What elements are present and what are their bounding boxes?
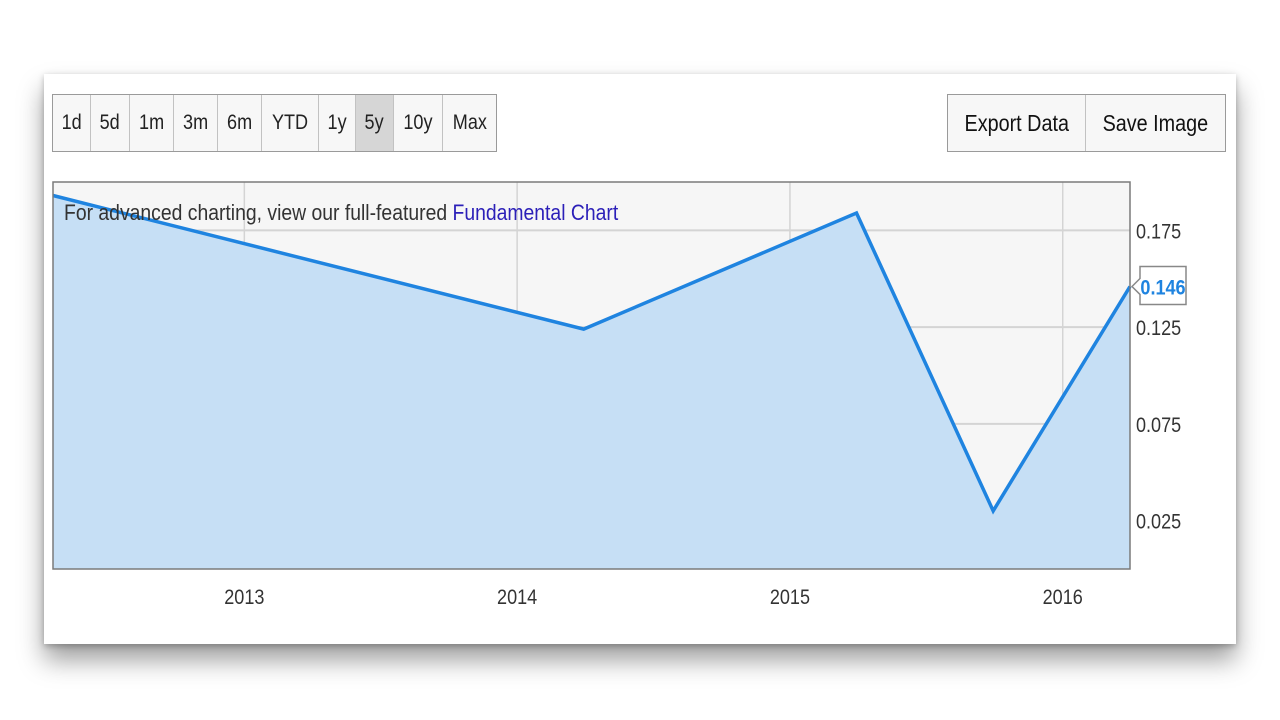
y-tick-label: 0.125 [1136, 317, 1181, 341]
last-value-label: 0.146 [1140, 276, 1185, 300]
note-text: For advanced charting, view our full-fea… [64, 200, 448, 225]
range-button-1m[interactable]: 1m [128, 95, 173, 151]
range-button-10y[interactable]: 10y [392, 95, 442, 151]
range-button-6m[interactable]: 6m [217, 95, 262, 151]
range-button-1d[interactable]: 1d [53, 95, 91, 151]
range-button-3m[interactable]: 3m [172, 95, 218, 151]
range-button-5d[interactable]: 5d [90, 95, 129, 151]
range-button-max[interactable]: Max [441, 95, 497, 151]
export-data-button[interactable]: Export Data [947, 95, 1086, 151]
advanced-charting-note: For advanced charting, view our full-fea… [64, 200, 618, 226]
action-buttons: Export Data Save Image [946, 94, 1226, 152]
fundamental-chart-link[interactable]: Fundamental Chart [452, 200, 618, 225]
y-tick-label: 0.075 [1136, 414, 1181, 438]
x-tick-label: 2015 [770, 586, 810, 610]
y-tick-label: 0.025 [1136, 510, 1181, 534]
x-tick-label: 2013 [224, 586, 264, 610]
range-button-1y[interactable]: 1y [318, 95, 356, 151]
fundamental-chart: 0.025 0.075 0.125 0.175 2013 2014 2015 2016 0.14… [52, 181, 1187, 610]
time-range-selector: 1d 5d 1m 3m 6m YTD 1y 5y 10y Max [52, 94, 498, 152]
x-tick-label: 2016 [1043, 586, 1083, 610]
save-image-button[interactable]: Save Image [1085, 95, 1225, 151]
range-button-5y[interactable]: 5y [355, 95, 393, 151]
y-tick-label: 0.175 [1136, 220, 1181, 244]
x-tick-label: 2014 [497, 586, 537, 610]
chart-panel: 1d 5d 1m 3m 6m YTD 1y 5y 10y Max Export Data Save… [44, 74, 1236, 644]
range-button-ytd[interactable]: YTD [261, 95, 319, 151]
